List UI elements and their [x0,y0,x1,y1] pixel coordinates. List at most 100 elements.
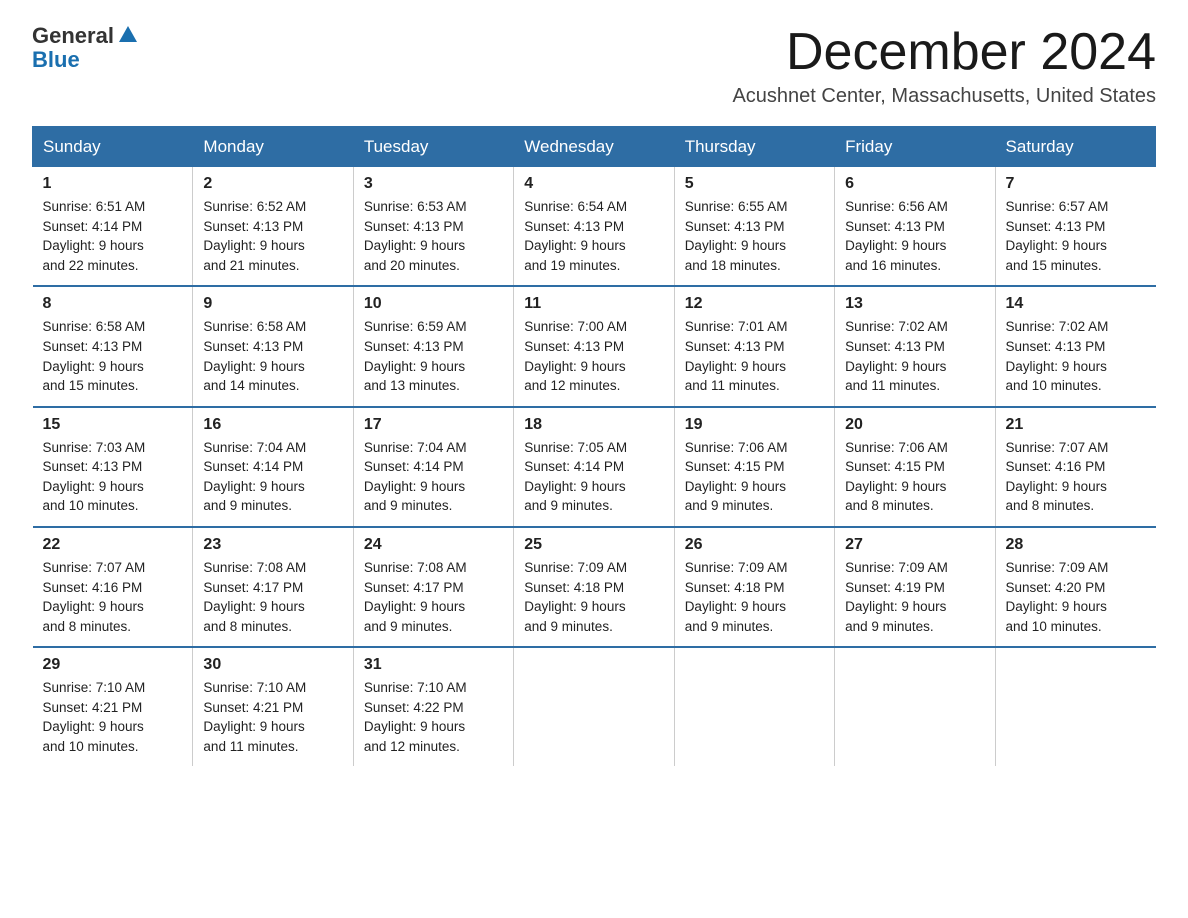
calendar-day-cell: 29Sunrise: 7:10 AM Sunset: 4:21 PM Dayli… [33,647,193,766]
weekday-header: Sunday [33,127,193,167]
day-number: 26 [685,536,824,554]
day-info: Sunrise: 7:05 AM Sunset: 4:14 PM Dayligh… [524,438,663,516]
day-number: 24 [364,536,503,554]
calendar-day-cell: 27 Sunrise: 7:09 AM Sunset: 4:19 PM Dayli… [835,527,995,647]
day-number: 9 [203,295,342,313]
day-number: 29 [43,656,183,674]
weekday-header: Monday [193,127,353,167]
day-number: 2 [203,175,342,193]
month-title: December 2024 [732,24,1156,81]
weekday-header: Wednesday [514,127,674,167]
day-number: 5 [685,175,824,193]
logo: General Blue [32,24,139,72]
day-number: 3 [364,175,503,193]
day-info: Sunrise: 7:02 AM Sunset: 4:13 PM Dayligh… [1006,317,1146,395]
calendar-day-cell: 28Sunrise: 7:09 AM Sunset: 4:20 PM Dayli… [995,527,1155,647]
calendar-day-cell: 30 Sunrise: 7:10 AM Sunset: 4:21 PM Dayli… [193,647,353,766]
calendar-day-cell: 5 Sunrise: 6:55 AM Sunset: 4:13 PM Daylig… [674,166,834,286]
calendar-day-cell: 18Sunrise: 7:05 AM Sunset: 4:14 PM Dayli… [514,407,674,527]
day-number: 30 [203,656,342,674]
calendar-week-row: 8 Sunrise: 6:58 AM Sunset: 4:13 PM Daylig… [33,286,1156,406]
calendar-week-row: 22 Sunrise: 7:07 AM Sunset: 4:16 PM Dayli… [33,527,1156,647]
day-number: 20 [845,416,984,434]
day-info: Sunrise: 7:07 AM Sunset: 4:16 PM Dayligh… [43,558,183,636]
calendar-day-cell: 23 Sunrise: 7:08 AM Sunset: 4:17 PM Dayli… [193,527,353,647]
day-info: Sunrise: 7:10 AM Sunset: 4:22 PM Dayligh… [364,678,503,756]
calendar-day-cell: 1 Sunrise: 6:51 AM Sunset: 4:14 PM Daylig… [33,166,193,286]
day-info: Sunrise: 6:56 AM Sunset: 4:13 PM Dayligh… [845,197,984,275]
day-info: Sunrise: 7:00 AM Sunset: 4:13 PM Dayligh… [524,317,663,395]
calendar-table: SundayMondayTuesdayWednesdayThursdayFrid… [32,126,1156,766]
day-info: Sunrise: 7:08 AM Sunset: 4:17 PM Dayligh… [364,558,503,636]
calendar-day-cell: 8 Sunrise: 6:58 AM Sunset: 4:13 PM Daylig… [33,286,193,406]
day-info: Sunrise: 7:04 AM Sunset: 4:14 PM Dayligh… [364,438,503,516]
day-info: Sunrise: 7:09 AM Sunset: 4:20 PM Dayligh… [1006,558,1146,636]
day-info: Sunrise: 7:07 AM Sunset: 4:16 PM Dayligh… [1006,438,1146,516]
day-number: 1 [43,175,183,193]
day-number: 31 [364,656,503,674]
day-number: 25 [524,536,663,554]
day-info: Sunrise: 6:55 AM Sunset: 4:13 PM Dayligh… [685,197,824,275]
calendar-day-cell: 4Sunrise: 6:54 AM Sunset: 4:13 PM Daylig… [514,166,674,286]
calendar-day-cell [995,647,1155,766]
calendar-day-cell: 11Sunrise: 7:00 AM Sunset: 4:13 PM Dayli… [514,286,674,406]
day-number: 14 [1006,295,1146,313]
weekday-header: Thursday [674,127,834,167]
logo-triangle-icon [117,24,139,46]
day-info: Sunrise: 6:59 AM Sunset: 4:13 PM Dayligh… [364,317,503,395]
weekday-header: Saturday [995,127,1155,167]
day-number: 27 [845,536,984,554]
calendar-day-cell: 16Sunrise: 7:04 AM Sunset: 4:14 PM Dayli… [193,407,353,527]
calendar-day-cell: 13 Sunrise: 7:02 AM Sunset: 4:13 PM Dayli… [835,286,995,406]
day-info: Sunrise: 7:10 AM Sunset: 4:21 PM Dayligh… [203,678,342,756]
page-header: General Blue December 2024 Acushnet Cent… [32,24,1156,108]
calendar-day-cell: 17Sunrise: 7:04 AM Sunset: 4:14 PM Dayli… [353,407,513,527]
day-number: 7 [1006,175,1146,193]
day-number: 10 [364,295,503,313]
day-info: Sunrise: 7:02 AM Sunset: 4:13 PM Dayligh… [845,317,984,395]
day-info: Sunrise: 7:06 AM Sunset: 4:15 PM Dayligh… [685,438,824,516]
day-number: 6 [845,175,984,193]
weekday-header: Friday [835,127,995,167]
weekday-header: Tuesday [353,127,513,167]
calendar-week-row: 1 Sunrise: 6:51 AM Sunset: 4:14 PM Daylig… [33,166,1156,286]
calendar-week-row: 15Sunrise: 7:03 AM Sunset: 4:13 PM Dayli… [33,407,1156,527]
calendar-day-cell: 20 Sunrise: 7:06 AM Sunset: 4:15 PM Dayli… [835,407,995,527]
day-info: Sunrise: 7:09 AM Sunset: 4:19 PM Dayligh… [845,558,984,636]
calendar-day-cell: 26 Sunrise: 7:09 AM Sunset: 4:18 PM Dayli… [674,527,834,647]
calendar-day-cell: 14 Sunrise: 7:02 AM Sunset: 4:13 PM Dayli… [995,286,1155,406]
day-info: Sunrise: 6:51 AM Sunset: 4:14 PM Dayligh… [43,197,183,275]
day-info: Sunrise: 7:08 AM Sunset: 4:17 PM Dayligh… [203,558,342,636]
day-info: Sunrise: 7:03 AM Sunset: 4:13 PM Dayligh… [43,438,183,516]
calendar-day-cell: 2Sunrise: 6:52 AM Sunset: 4:13 PM Daylig… [193,166,353,286]
day-number: 8 [43,295,183,313]
day-number: 13 [845,295,984,313]
calendar-day-cell: 24 Sunrise: 7:08 AM Sunset: 4:17 PM Dayli… [353,527,513,647]
location-subtitle: Acushnet Center, Massachusetts, United S… [732,85,1156,108]
calendar-day-cell: 15Sunrise: 7:03 AM Sunset: 4:13 PM Dayli… [33,407,193,527]
logo-blue-text: Blue [32,48,139,72]
day-info: Sunrise: 6:58 AM Sunset: 4:13 PM Dayligh… [203,317,342,395]
title-block: December 2024 Acushnet Center, Massachus… [732,24,1156,108]
calendar-day-cell: 10 Sunrise: 6:59 AM Sunset: 4:13 PM Dayli… [353,286,513,406]
calendar-day-cell: 22 Sunrise: 7:07 AM Sunset: 4:16 PM Dayli… [33,527,193,647]
day-info: Sunrise: 6:53 AM Sunset: 4:13 PM Dayligh… [364,197,503,275]
day-number: 4 [524,175,663,193]
calendar-day-cell: 21 Sunrise: 7:07 AM Sunset: 4:16 PM Dayli… [995,407,1155,527]
calendar-day-cell [835,647,995,766]
calendar-day-cell: 6 Sunrise: 6:56 AM Sunset: 4:13 PM Daylig… [835,166,995,286]
calendar-day-cell [674,647,834,766]
day-info: Sunrise: 7:09 AM Sunset: 4:18 PM Dayligh… [685,558,824,636]
calendar-week-row: 29 Sunrise: 7:10 AM Sunset: 4:21 PM Dayli… [33,647,1156,766]
day-info: Sunrise: 7:06 AM Sunset: 4:15 PM Dayligh… [845,438,984,516]
calendar-day-cell: 12Sunrise: 7:01 AM Sunset: 4:13 PM Dayli… [674,286,834,406]
day-info: Sunrise: 6:58 AM Sunset: 4:13 PM Dayligh… [43,317,183,395]
calendar-day-cell: 3 Sunrise: 6:53 AM Sunset: 4:13 PM Daylig… [353,166,513,286]
day-info: Sunrise: 7:09 AM Sunset: 4:18 PM Dayligh… [524,558,663,636]
day-number: 16 [203,416,342,434]
calendar-day-cell: 25 Sunrise: 7:09 AM Sunset: 4:18 PM Dayli… [514,527,674,647]
calendar-day-cell: 7Sunrise: 6:57 AM Sunset: 4:13 PM Daylig… [995,166,1155,286]
day-number: 21 [1006,416,1146,434]
day-number: 23 [203,536,342,554]
day-number: 22 [43,536,183,554]
